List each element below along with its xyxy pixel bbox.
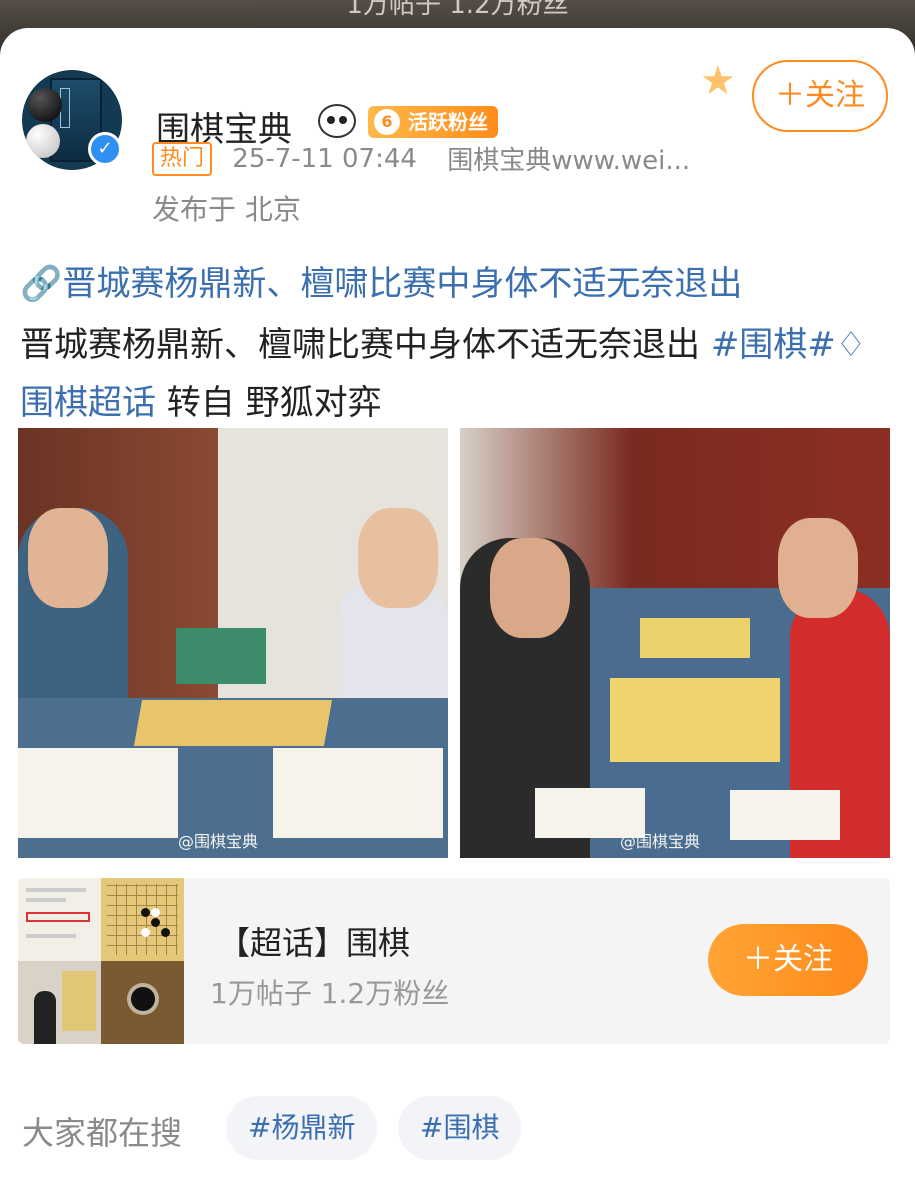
follow-button[interactable]: ＋关注 — [752, 60, 888, 132]
post-photo-2[interactable]: @围棋宝典 — [460, 428, 890, 858]
post-text: 晋城赛杨鼎新、檀啸比赛中身体不适无奈退出 — [20, 325, 711, 365]
super-topic-stats: 1万帖子 1.2万粉丝 — [210, 977, 450, 1010]
post-meta: 热门 25-7-11 07:44 围棋宝典www.wei... — [152, 140, 690, 180]
background-stats-text: 1万帖子 1.2万粉丝 — [346, 0, 569, 20]
super-topic-thumbnail — [18, 878, 184, 1044]
fan-badge-label: 活跃粉丝 — [408, 110, 488, 134]
search-tag-weiqi[interactable]: #围棋 — [398, 1096, 522, 1160]
post-body: 晋城赛杨鼎新、檀啸比赛中身体不适无奈退出 #围棋#♢ 围棋超话 转自 野狐对弈 — [20, 316, 900, 432]
article-link-text: 晋城赛杨鼎新、檀啸比赛中身体不适无奈退出 — [62, 264, 743, 304]
photo-watermark: @围棋宝典 — [620, 832, 701, 851]
super-topic-title[interactable]: 【超话】围棋 — [218, 918, 410, 964]
post-photo-1[interactable]: @围棋宝典 — [18, 428, 448, 858]
post-time: 25-7-11 07:44 — [232, 143, 417, 174]
super-topic-card[interactable]: 【超话】围棋 1万帖子 1.2万粉丝 ＋关注 — [18, 878, 890, 1044]
link-icon: 🔗 — [20, 264, 63, 304]
weibo-post-card: ✓ 围棋宝典 6 活跃粉丝 ★ ＋关注 热门 25-7-11 07:44 围棋宝… — [0, 28, 915, 1200]
post-source[interactable]: 围棋宝典www.wei... — [447, 146, 690, 176]
hot-tag: 热门 — [152, 141, 213, 176]
search-tag-yangdingxin[interactable]: #杨鼎新 — [226, 1096, 378, 1160]
article-link[interactable]: 🔗晋城赛杨鼎新、檀啸比赛中身体不适无奈退出 — [20, 256, 742, 305]
repost-source: 转自 野狐对弈 — [156, 383, 382, 423]
fan-level-number: 6 — [374, 109, 400, 135]
white-stone-image — [26, 124, 60, 158]
diamond-icon: ♢ — [835, 325, 867, 365]
hashtag-link[interactable]: #围棋# — [711, 325, 836, 365]
super-topic-text: 围棋超话 — [20, 383, 156, 423]
post-location: 发布于 北京 — [152, 193, 301, 226]
verified-icon: ✓ — [88, 132, 122, 166]
panda-icon — [318, 104, 356, 138]
photo-watermark: @围棋宝典 — [178, 832, 259, 851]
trending-search-label: 大家都在搜 — [22, 1114, 183, 1152]
black-stone-image — [28, 88, 62, 122]
follow-super-topic-button[interactable]: ＋关注 — [708, 924, 868, 996]
fan-level-badge[interactable]: 6 活跃粉丝 — [368, 106, 498, 138]
